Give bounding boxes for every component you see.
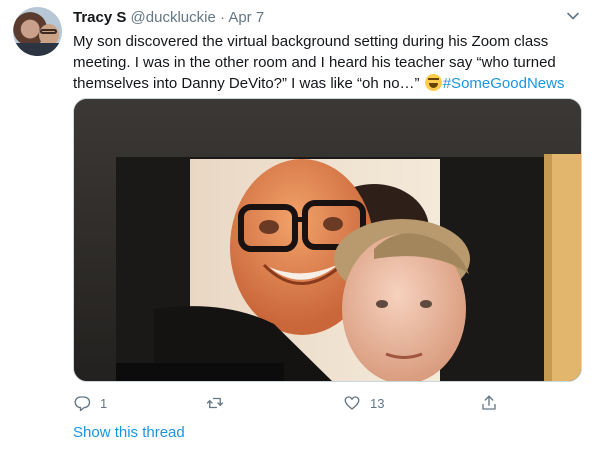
reply-count: 1 bbox=[100, 395, 108, 411]
avatar-shirt bbox=[13, 43, 62, 56]
like-count: 13 bbox=[370, 395, 385, 411]
hashtag-link[interactable]: #SomeGoodNews bbox=[443, 75, 565, 92]
like-button[interactable]: 13 bbox=[343, 392, 384, 414]
tweet-text: My son discovered the virtual background… bbox=[73, 31, 583, 94]
tweet-header: Tracy S @duckluckie · Apr 7 bbox=[73, 9, 577, 27]
tweet-media-photo[interactable] bbox=[73, 98, 582, 382]
share-icon bbox=[482, 395, 496, 410]
tweet-date[interactable]: Apr 7 bbox=[228, 9, 264, 26]
share-button[interactable] bbox=[480, 392, 498, 414]
author-name[interactable]: Tracy S bbox=[73, 9, 126, 26]
retweet-button[interactable] bbox=[206, 392, 233, 414]
like-icon bbox=[344, 396, 360, 410]
reply-icon bbox=[74, 396, 91, 412]
tweet-actions: 1 13 bbox=[73, 392, 503, 414]
avatar[interactable] bbox=[13, 7, 62, 56]
show-thread-link[interactable]: Show this thread bbox=[73, 424, 185, 441]
retweet-icon bbox=[206, 397, 224, 409]
avatar-glasses bbox=[40, 29, 57, 34]
zoom-screenshot-image bbox=[74, 99, 581, 381]
reply-button[interactable]: 1 bbox=[73, 392, 107, 414]
grinning-squinting-face-emoji-icon bbox=[424, 74, 442, 91]
chevron-down-icon[interactable] bbox=[566, 9, 580, 23]
author-handle[interactable]: @duckluckie bbox=[131, 9, 216, 26]
header-separator: · bbox=[219, 9, 225, 26]
